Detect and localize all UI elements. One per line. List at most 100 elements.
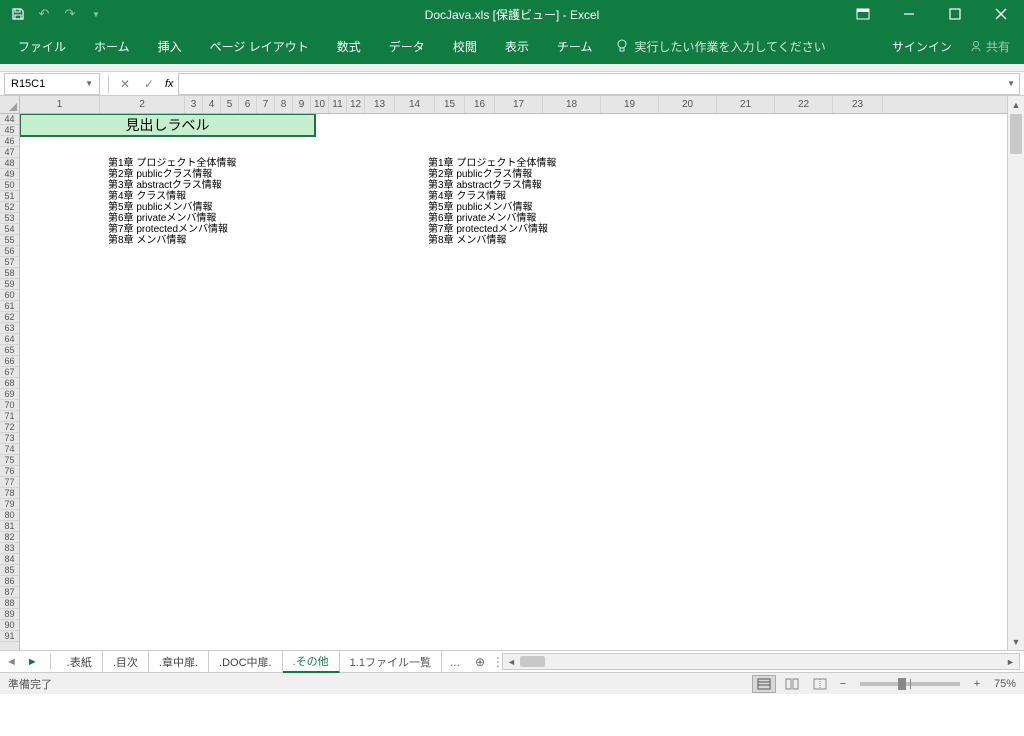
column-header[interactable]: 7 [257,96,275,113]
column-header[interactable]: 16 [465,96,495,113]
column-header[interactable]: 2 [100,96,185,113]
row-header[interactable]: 89 [0,609,19,620]
row-header[interactable]: 55 [0,235,19,246]
tab-insert[interactable]: 挿入 [144,28,196,64]
worksheet-grid[interactable]: 見出しラベル 第1章 プロジェクト全体情報第2章 publicクラス情報第3章 … [20,114,1007,650]
row-header[interactable]: 61 [0,301,19,312]
row-header[interactable]: 81 [0,521,19,532]
tab-review[interactable]: 校閲 [439,28,491,64]
tell-me-search[interactable]: 実行したい作業を入力してください [616,38,825,55]
tab-page-layout[interactable]: ページ レイアウト [196,28,323,64]
row-header[interactable]: 80 [0,510,19,521]
column-header[interactable]: 8 [275,96,293,113]
zoom-in-button[interactable]: + [970,678,984,690]
row-header[interactable]: 51 [0,191,19,202]
column-header[interactable]: 23 [833,96,883,113]
column-header[interactable]: 12 [347,96,365,113]
fx-icon[interactable]: fx [161,78,178,90]
scroll-right-icon[interactable]: ► [1002,657,1019,667]
row-header[interactable]: 65 [0,345,19,356]
maximize-icon[interactable] [932,0,978,28]
tab-data[interactable]: データ [375,28,439,64]
row-header[interactable]: 87 [0,587,19,598]
zoom-handle[interactable] [898,678,906,690]
row-header[interactable]: 45 [0,125,19,136]
zoom-slider[interactable] [860,682,960,686]
row-header[interactable]: 68 [0,378,19,389]
row-header[interactable]: 73 [0,433,19,444]
zoom-out-button[interactable]: − [836,678,850,690]
sheet-tab[interactable]: 1.1ファイル一覧 [340,651,442,673]
row-header[interactable]: 50 [0,180,19,191]
select-all-corner[interactable] [0,96,20,114]
row-header[interactable]: 67 [0,367,19,378]
row-header[interactable]: 77 [0,477,19,488]
row-header[interactable]: 46 [0,136,19,147]
row-header[interactable]: 52 [0,202,19,213]
row-header[interactable]: 53 [0,213,19,224]
column-header[interactable]: 13 [365,96,395,113]
column-header[interactable]: 3 [185,96,203,113]
column-header[interactable]: 5 [221,96,239,113]
row-header[interactable]: 54 [0,224,19,235]
column-header[interactable]: 1 [20,96,100,113]
column-header[interactable]: 21 [717,96,775,113]
tab-view[interactable]: 表示 [491,28,543,64]
column-header[interactable]: 10 [311,96,329,113]
column-header[interactable]: 15 [435,96,465,113]
column-header[interactable]: 6 [239,96,257,113]
row-header[interactable]: 59 [0,279,19,290]
page-layout-view-icon[interactable] [780,675,804,693]
normal-view-icon[interactable] [752,675,776,693]
row-header[interactable]: 84 [0,554,19,565]
row-header[interactable]: 82 [0,532,19,543]
sheet-tab[interactable]: .目次 [103,651,149,673]
sheet-nav-prev-icon[interactable]: ◄ [6,656,17,668]
sheet-nav-next-icon[interactable]: ► [27,656,38,668]
column-header[interactable]: 18 [543,96,601,113]
row-header[interactable]: 75 [0,455,19,466]
row-header[interactable]: 83 [0,543,19,554]
row-header[interactable]: 69 [0,389,19,400]
save-icon[interactable] [6,2,30,26]
qat-customize-icon[interactable]: ▼ [84,2,108,26]
scroll-left-icon[interactable]: ◄ [503,657,520,667]
row-header[interactable]: 86 [0,576,19,587]
row-header[interactable]: 56 [0,246,19,257]
heading-label-cell[interactable]: 見出しラベル [20,114,315,136]
row-header[interactable]: 60 [0,290,19,301]
row-header[interactable]: 64 [0,334,19,345]
row-header[interactable]: 62 [0,312,19,323]
row-header[interactable]: 48 [0,158,19,169]
column-header[interactable]: 20 [659,96,717,113]
row-header[interactable]: 71 [0,411,19,422]
sheet-tab[interactable]: .DOC中扉. [209,651,283,673]
more-sheets-button[interactable]: ... [442,655,468,669]
undo-icon[interactable]: ↶ [32,2,56,26]
minimize-icon[interactable] [886,0,932,28]
scroll-thumb[interactable] [1010,114,1022,154]
row-header[interactable]: 66 [0,356,19,367]
new-sheet-icon[interactable]: ⊕ [468,655,492,669]
horizontal-scrollbar[interactable]: ◄ ► [502,653,1020,670]
row-header[interactable]: 91 [0,631,19,642]
column-header[interactable]: 17 [495,96,543,113]
share-button[interactable]: 共有 [960,38,1020,55]
column-header[interactable]: 14 [395,96,435,113]
formula-input[interactable]: ▼ [178,73,1020,95]
tab-home[interactable]: ホーム [80,28,144,64]
close-icon[interactable] [978,0,1024,28]
column-header[interactable]: 4 [203,96,221,113]
sheet-tab[interactable]: .その他 [283,651,340,673]
tab-formulas[interactable]: 数式 [323,28,375,64]
row-header[interactable]: 47 [0,147,19,158]
scroll-thumb[interactable] [520,656,545,667]
row-header[interactable]: 79 [0,499,19,510]
row-header[interactable]: 57 [0,257,19,268]
page-break-view-icon[interactable] [808,675,832,693]
column-header[interactable]: 11 [329,96,347,113]
row-header[interactable]: 70 [0,400,19,411]
signin-link[interactable]: サインイン [892,38,960,55]
tab-team[interactable]: チーム [543,28,607,64]
name-box[interactable]: R15C1 ▼ [4,73,100,95]
